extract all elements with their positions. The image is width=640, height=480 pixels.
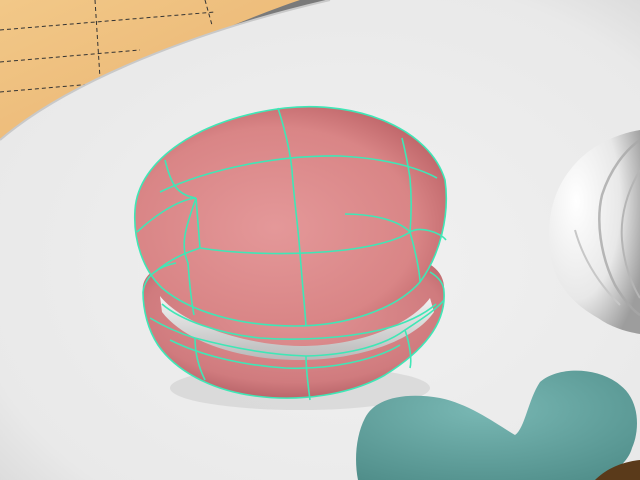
scene-render[interactable] (0, 0, 640, 480)
3d-viewport[interactable] (0, 0, 640, 480)
macaron[interactable] (133, 105, 448, 401)
